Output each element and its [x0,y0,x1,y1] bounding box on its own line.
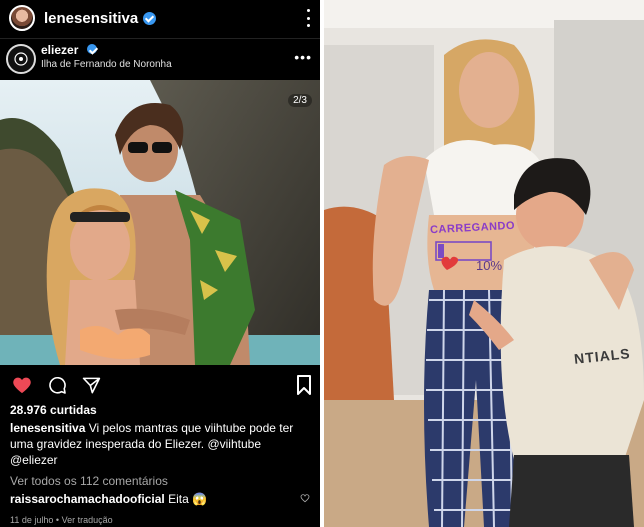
post-date: 11 de julho [10,515,54,525]
beach-couple-photo [0,80,320,365]
more-options-icon[interactable] [306,9,310,27]
post-avatar[interactable] [6,44,36,74]
comment-item: raissarochamachadooficial Eita 😱 [10,492,295,506]
avatar-logo-icon [14,52,28,66]
instagram-screenshot: lenesensitiva eliezer Ilha de Fernando d… [0,0,320,527]
post-username[interactable]: eliezer [41,43,97,57]
save-bookmark-icon[interactable] [296,375,312,395]
post-meta: 11 de julho • Ver tradução [10,515,113,525]
comment-username[interactable]: raissarochamachadooficial [10,492,165,506]
post-more-button[interactable]: ••• [294,49,312,65]
top-bar: lenesensitiva [0,0,320,36]
loading-percent: 10% [476,258,503,273]
post-location[interactable]: Ilha de Fernando de Noronha [41,59,172,70]
post-photo[interactable]: 2/3 [0,80,320,365]
see-translation-link[interactable]: Ver tradução [62,515,113,525]
profile-username[interactable]: lenesensitiva [44,10,138,27]
caption-username[interactable]: lenesensitiva [10,421,85,435]
verified-badge-icon [143,11,157,25]
image-counter: 2/3 [288,94,312,107]
post-header: eliezer Ilha de Fernando de Noronha ••• [0,39,320,77]
reveal-photo: CARREGANDO 10% NTIALS [324,0,644,527]
meta-separator: • [55,515,60,525]
comment-icon[interactable] [48,376,67,395]
comment-like-heart-icon[interactable] [300,493,310,503]
view-all-comments-link[interactable]: Ver todos os 112 comentários [10,474,168,488]
comment-text: Eita 😱 [168,492,208,506]
likes-count[interactable]: 28.976 curtidas [10,403,97,417]
like-heart-icon[interactable] [12,376,32,394]
verified-badge-icon [86,44,97,54]
avatar[interactable] [9,5,35,31]
share-send-icon[interactable] [82,376,101,395]
post-card: eliezer Ilha de Fernando de Noronha ••• [0,38,320,527]
post-actions [0,372,320,402]
post-caption: lenesensitiva Vi pelos mantras que viiht… [10,420,310,468]
